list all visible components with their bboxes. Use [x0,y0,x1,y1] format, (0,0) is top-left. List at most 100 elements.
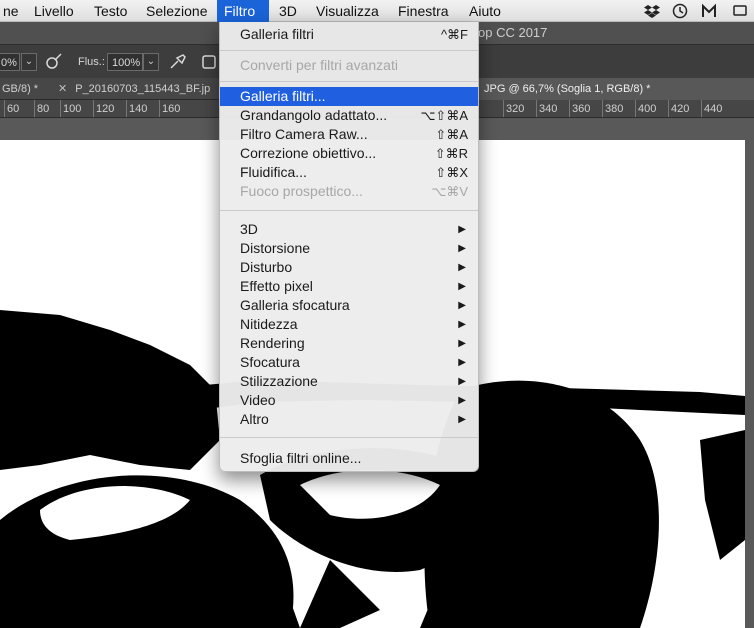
ruler-label: 140 [129,103,148,115]
menu-item-label: Distorsione [240,240,311,256]
menu-item-browse-filters-online[interactable]: Sfoglia filtri online... [220,449,478,468]
ruler-label: 340 [539,103,558,115]
tab-label: P_20160703_115443_BF.jp [75,83,211,95]
menu-item-label: Fluidifica... [240,164,307,180]
submenu-arrow-icon: ▶ [458,224,466,235]
menu-item-liquify[interactable]: Fluidifica... ⇧⌘X [220,163,478,182]
menu-separator [220,210,478,211]
menu-selezione[interactable]: Selezione [139,0,215,22]
ruler-label: 380 [605,103,624,115]
tab-document-active[interactable]: JPG @ 66,7% (Soglia 1, RGB/8) * [476,78,754,100]
submenu-nitidezza[interactable]: Nitidezza ▶ [220,315,478,334]
ruler-label: 440 [704,103,723,115]
submenu-arrow-icon: ▶ [458,300,466,311]
ruler-label: 100 [63,103,82,115]
menu-item-label: Correzione obiettivo... [240,145,377,161]
ruler-label: 60 [7,103,20,115]
malwarebytes-icon[interactable] [701,3,717,19]
submenu-arrow-icon: ▶ [458,395,466,406]
tab-close-icon[interactable]: ✕ [58,83,67,95]
dropbox-icon[interactable] [644,3,660,19]
menu-item-label: 3D [240,221,258,237]
submenu-altro[interactable]: Altro ▶ [220,410,478,429]
menu-item-camera-raw[interactable]: Filtro Camera Raw... ⇧⌘A [220,125,478,144]
menu-visualizza[interactable]: Visualizza [309,0,386,22]
menu-bar: ne Livello Testo Selezione Filtro 3D Vis… [0,0,754,22]
menu-item-label: Galleria filtri [240,26,314,42]
menu-item-adaptive-wide-angle[interactable]: Grandangolo adattato... ⌥⇧⌘A [220,106,478,125]
menu-3d[interactable]: 3D [272,0,304,22]
tab-document-1[interactable]: GB/8) * [0,78,50,100]
menu-image[interactable]: ne [0,0,26,22]
system-icon[interactable] [732,3,748,19]
flow-label: Flus.: [78,56,105,68]
menu-item-vanishing-point[interactable]: Fuoco prospettico... ⌥⌘V [220,182,478,201]
opacity-field[interactable]: 0% [0,53,20,71]
submenu-arrow-icon: ▶ [458,414,466,425]
submenu-stilizzazione[interactable]: Stilizzazione ▶ [220,372,478,391]
menu-item-label: Converti per filtri avanzati [240,57,398,73]
submenu-galleria-sfocatura[interactable]: Galleria sfocatura ▶ [220,296,478,315]
menu-separator [220,437,478,438]
ruler-label: 420 [671,103,690,115]
ruler-label: 120 [96,103,115,115]
menu-item-label: Sfocatura [240,354,300,370]
ruler-label: 160 [162,103,181,115]
menu-item-filter-gallery[interactable]: Galleria filtri... [220,87,478,106]
menu-item-last-filter[interactable]: Galleria filtri ^⌘F [220,25,478,44]
menu-aiuto[interactable]: Aiuto [462,0,508,22]
tab-label: JPG @ 66,7% (Soglia 1, RGB/8) * [484,83,651,95]
submenu-rendering[interactable]: Rendering ▶ [220,334,478,353]
submenu-arrow-icon: ▶ [458,262,466,273]
menu-item-label: Filtro Camera Raw... [240,126,368,142]
tab-label: GB/8) * [2,83,39,95]
menu-item-smart-filters[interactable]: Converti per filtri avanzati [220,56,478,75]
menu-item-lens-correction[interactable]: Correzione obiettivo... ⇧⌘R [220,144,478,163]
submenu-distorsione[interactable]: Distorsione ▶ [220,239,478,258]
menu-filtro[interactable]: Filtro [217,0,269,22]
menu-separator [220,50,478,51]
pressure-opacity-icon[interactable] [44,52,64,72]
menu-item-label: Galleria sfocatura [240,297,350,313]
menu-item-label: Grandangolo adattato... [240,107,388,123]
submenu-video[interactable]: Video ▶ [220,391,478,410]
ruler-label: 360 [572,103,591,115]
submenu-arrow-icon: ▶ [458,376,466,387]
app-title: op CC 2017 [478,25,548,40]
submenu-arrow-icon: ▶ [458,338,466,349]
menu-testo[interactable]: Testo [87,0,134,22]
menu-item-label: Disturbo [240,259,293,275]
menu-item-label: Nitidezza [240,316,298,332]
submenu-arrow-icon: ▶ [458,281,466,292]
pressure-size-icon[interactable] [199,52,219,72]
menu-item-label: Galleria filtri... [240,88,326,104]
menu-item-shortcut: ^⌘F [440,27,468,42]
submenu-sfocatura[interactable]: Sfocatura ▶ [220,353,478,372]
menu-item-label: Video [240,392,276,408]
submenu-arrow-icon: ▶ [458,357,466,368]
menu-item-label: Altro [240,411,269,427]
menu-item-shortcut: ⌥⇧⌘A [420,108,468,123]
menu-item-label: Stilizzazione [240,373,318,389]
ruler-label: 320 [506,103,525,115]
menu-livello[interactable]: Livello [27,0,81,22]
airbrush-icon[interactable] [168,52,188,72]
menu-item-label: Effetto pixel [240,278,313,294]
menu-item-label: Rendering [240,335,305,351]
flow-dropdown[interactable]: ⌄ [143,53,159,71]
menu-separator [220,81,478,82]
opacity-dropdown[interactable]: ⌄ [21,53,37,71]
menu-finestra[interactable]: Finestra [391,0,456,22]
flow-field[interactable]: 100% [107,53,143,71]
submenu-effetto-pixel[interactable]: Effetto pixel ▶ [220,277,478,296]
submenu-arrow-icon: ▶ [458,243,466,254]
filtro-dropdown-menu: Galleria filtri ^⌘F Converti per filtri … [219,22,479,472]
menu-item-label: Fuoco prospettico... [240,183,363,199]
menu-item-shortcut: ⇧⌘X [435,165,468,180]
menu-item-shortcut: ⇧⌘R [434,146,468,161]
submenu-disturbo[interactable]: Disturbo ▶ [220,258,478,277]
time-machine-icon[interactable] [672,3,688,19]
submenu-3d[interactable]: 3D ▶ [220,220,478,239]
ruler-label: 400 [638,103,657,115]
tab-document-2[interactable]: ✕ P_20160703_115443_BF.jp [50,78,218,100]
